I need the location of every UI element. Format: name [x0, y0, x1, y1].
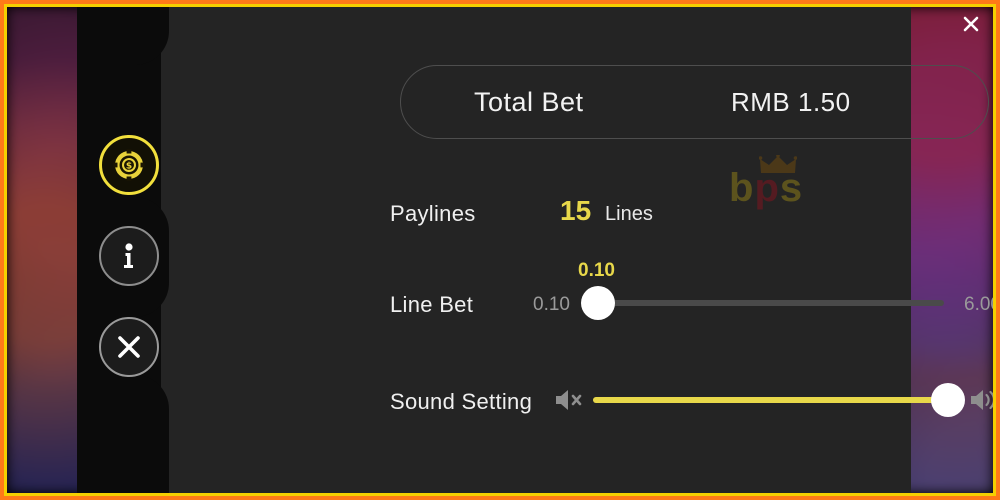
watermark-letter-s: s	[779, 166, 804, 210]
watermark-letter-b: b	[729, 166, 755, 210]
info-icon	[124, 243, 133, 268]
sidebar-item-info[interactable]	[99, 226, 159, 286]
casino-chip-icon: $	[113, 149, 145, 181]
line-bet-max-label: 6.00	[964, 294, 993, 315]
paylines-unit: Lines	[605, 203, 653, 225]
app-window: Total Bet RMB 1.50 bps Paylines 15 Lines	[0, 0, 1000, 500]
sidebar-item-bet-settings[interactable]: $	[99, 135, 159, 195]
volume-up-icon[interactable]	[969, 385, 996, 415]
line-bet-slider-thumb[interactable]	[581, 286, 615, 320]
total-bet-label: Total Bet	[474, 86, 584, 117]
volume-mute-icon[interactable]	[553, 387, 585, 413]
sidebar-bulge-bottom	[77, 375, 169, 493]
close-icon	[963, 16, 979, 32]
svg-text:$: $	[126, 161, 132, 171]
watermark-letter-p: p	[754, 166, 780, 210]
sound-slider-thumb[interactable]	[931, 383, 965, 417]
sidebar-bulge-top	[77, 7, 169, 65]
line-bet-label: Line Bet	[390, 292, 474, 317]
line-bet-slider-track[interactable]	[587, 300, 944, 306]
crown-icon	[759, 155, 797, 173]
sidebar-item-close[interactable]	[99, 317, 159, 377]
total-bet-capsule: Total Bet RMB 1.50	[400, 65, 989, 139]
bps-watermark: bps	[729, 155, 824, 208]
sound-setting-label: Sound Setting	[390, 389, 533, 414]
line-bet-current-value: 0.10	[578, 260, 615, 281]
watermark-text: bps	[729, 168, 824, 208]
line-bet-min-label: 0.10	[533, 294, 570, 315]
total-bet-value: RMB 1.50	[731, 86, 851, 117]
window-close-button[interactable]	[958, 11, 984, 37]
sound-slider-fill	[593, 397, 961, 403]
window-inner-frame: Total Bet RMB 1.50 bps Paylines 15 Lines	[4, 4, 996, 496]
close-icon	[118, 336, 140, 358]
paylines-count: 15	[560, 195, 592, 226]
paylines-label: Paylines	[390, 201, 476, 226]
settings-panel: Total Bet RMB 1.50 bps Paylines 15 Lines	[159, 7, 993, 493]
